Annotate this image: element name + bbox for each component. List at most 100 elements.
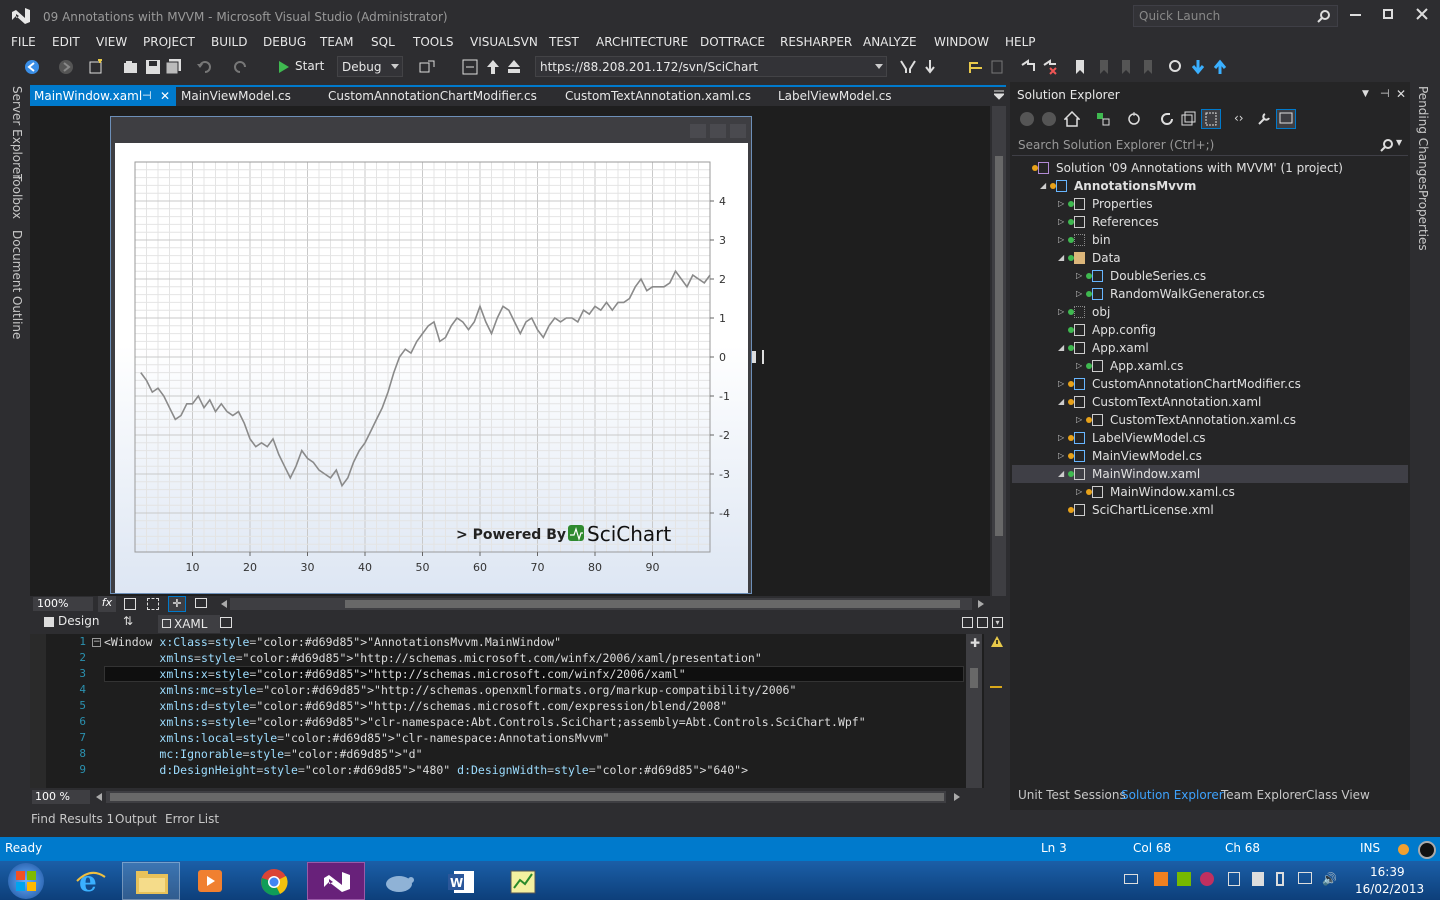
collapsed-arrow-icon[interactable]: ▷ — [1076, 267, 1082, 285]
menu-view[interactable]: VIEW — [96, 32, 127, 52]
taskbar-word[interactable]: W — [432, 862, 490, 900]
menu-file[interactable]: FILE — [11, 32, 36, 52]
tab-overflow-icon[interactable] — [994, 90, 1004, 100]
new-project-icon[interactable] — [88, 59, 104, 75]
minimize-button[interactable] — [1350, 14, 1361, 16]
menu-edit[interactable]: EDIT — [52, 32, 80, 52]
pin-icon[interactable]: ⊣ — [142, 86, 152, 106]
menu-test[interactable]: TEST — [549, 32, 579, 52]
window-preview[interactable]: 4 3 2 1 0 -1 -2 -3 -4 10 20 30 40 50 60 70 80 90 > Power… — [110, 116, 752, 594]
start-button[interactable] — [8, 863, 44, 899]
navigate-forward-icon[interactable] — [58, 59, 74, 75]
upload-arrow-icon[interactable] — [1212, 59, 1228, 75]
network-icon[interactable] — [1298, 872, 1312, 884]
tray-app2-icon[interactable] — [1228, 872, 1240, 886]
scroll-thumb[interactable] — [110, 793, 944, 801]
menu-visualsvn[interactable]: VISUALSVN — [470, 32, 538, 52]
xaml-tab[interactable]: XAML — [158, 615, 220, 633]
search-options-icon[interactable]: ▼ — [1396, 138, 1402, 147]
horizontal-split-icon[interactable] — [977, 617, 988, 628]
bookmark-prev-icon[interactable] — [1096, 59, 1112, 75]
pending-changes-tab[interactable]: Pending Changes — [1416, 86, 1430, 190]
code-line[interactable]: xmlns:x=style="color:#d69d85">"http://sc… — [104, 666, 685, 682]
tab-customannotationchartmodifier[interactable]: CustomAnnotationChartModifier.cs — [324, 86, 541, 106]
pin-icon[interactable]: ⊣ — [1380, 87, 1390, 100]
collapsed-arrow-icon[interactable]: ▷ — [1058, 195, 1064, 213]
filter-icon[interactable] — [900, 59, 916, 75]
solution-search-input[interactable]: Search Solution Explorer (Ctrl+;) ▼ — [1012, 134, 1408, 156]
configuration-select[interactable]: Debug — [337, 56, 403, 77]
annotation-icon[interactable] — [195, 598, 207, 608]
scroll-right-icon[interactable] — [954, 793, 960, 801]
menu-help[interactable]: HELP — [1005, 32, 1036, 52]
refresh-icon[interactable] — [1159, 111, 1175, 127]
tab-mainwindow-xaml[interactable]: MainWindow.xaml ⊣ ✕ — [30, 86, 176, 106]
expanded-arrow-icon[interactable]: ◢ — [1058, 465, 1064, 483]
volume-icon[interactable]: 🔊 — [1322, 872, 1337, 886]
solution-tree-item[interactable]: SciChartLicense.xml — [1012, 501, 1408, 519]
design-tab[interactable]: Design — [58, 614, 99, 628]
menu-architecture[interactable]: ARCHITECTURE — [596, 32, 688, 52]
bookmark-icon[interactable] — [1072, 59, 1088, 75]
vertical-split-icon[interactable] — [962, 617, 973, 628]
expanded-arrow-icon[interactable]: ◢ — [1058, 393, 1064, 411]
scroll-left-icon[interactable] — [96, 793, 102, 801]
taskbar-chrome[interactable] — [245, 862, 303, 900]
start-debug-icon[interactable] — [276, 59, 292, 75]
collapsed-arrow-icon[interactable]: ▷ — [1076, 411, 1082, 429]
formula-fx-icon[interactable]: fx — [98, 596, 116, 612]
tray-app-icon[interactable] — [1154, 872, 1168, 886]
scroll-thumb[interactable] — [970, 668, 978, 688]
solution-tree-item[interactable]: ▷ DoubleSeries.cs — [1012, 267, 1408, 285]
expanded-arrow-icon[interactable]: ◢ — [1058, 339, 1064, 357]
menu-analyze[interactable]: ANALYZE — [863, 32, 917, 52]
open-file-icon[interactable] — [123, 59, 139, 75]
battery-icon[interactable] — [1276, 872, 1284, 886]
solution-tree-item[interactable]: Solution '09 Annotations with MVVM' (1 p… — [1012, 159, 1408, 177]
save-icon[interactable] — [145, 59, 161, 75]
menu-window[interactable]: WINDOW — [934, 32, 989, 52]
collapsed-arrow-icon[interactable]: ▷ — [1058, 231, 1064, 249]
undo-icon[interactable] — [197, 59, 213, 75]
back-icon[interactable] — [1020, 112, 1034, 126]
close-window-button[interactable] — [1416, 8, 1428, 20]
menu-debug[interactable]: DEBUG — [263, 32, 306, 52]
collapsed-arrow-icon[interactable]: ▷ — [1058, 429, 1064, 447]
tray-clipboard-icon[interactable] — [1252, 872, 1264, 886]
quick-launch-input[interactable]: Quick Launch — [1133, 5, 1338, 27]
swap-panes-icon[interactable]: ⇅ — [123, 614, 133, 628]
taskbar-explorer[interactable] — [122, 862, 180, 900]
solution-tree-item[interactable]: ▷ RandomWalkGenerator.cs — [1012, 285, 1408, 303]
properties-wrench-icon[interactable] — [1256, 111, 1272, 127]
solution-tree-item[interactable]: ▷ References — [1012, 213, 1408, 231]
nvidia-tray-icon[interactable] — [1177, 872, 1191, 886]
tab-labelviewmodel[interactable]: LabelViewModel.cs — [774, 86, 896, 106]
sync-active-document-icon[interactable] — [1126, 111, 1142, 127]
editor-zoom-select[interactable]: 100 % — [32, 790, 90, 804]
branch-icon[interactable] — [968, 59, 984, 75]
xaml-only-icon[interactable] — [220, 617, 232, 628]
menu-project[interactable]: PROJECT — [143, 32, 195, 52]
solution-tree-item[interactable]: ◢ MainWindow.xaml — [1012, 465, 1408, 483]
clock-time[interactable]: 16:39 — [1370, 865, 1405, 879]
maximize-button[interactable] — [1383, 9, 1393, 19]
download-arrow-icon[interactable] — [1190, 59, 1206, 75]
snap-grid-icon[interactable] — [147, 598, 159, 610]
scroll-left-icon[interactable] — [221, 600, 227, 608]
menu-sql[interactable]: SQL — [371, 32, 395, 52]
solution-tree-item[interactable]: ◢ AnnotationsMvvm — [1012, 177, 1408, 195]
start-button-label[interactable]: Start — [295, 59, 324, 73]
expanded-arrow-icon[interactable]: ◢ — [1040, 177, 1046, 195]
view-code-icon[interactable]: ‹› — [1234, 111, 1244, 125]
navigate-back-icon[interactable] — [24, 59, 40, 75]
tab-customtextannotation-xaml-cs[interactable]: CustomTextAnnotation.xaml.cs — [561, 86, 755, 106]
warning-icon[interactable] — [991, 636, 1003, 647]
solution-tree-item[interactable]: ▷ LabelViewModel.cs — [1012, 429, 1408, 447]
bookmark-clear-icon[interactable] — [1140, 59, 1156, 75]
cancel-revert-icon[interactable] — [1042, 59, 1058, 75]
arrow-down-icon[interactable] — [922, 59, 938, 75]
keyboard-tray-icon[interactable] — [1124, 874, 1138, 884]
tab-unit-test-sessions[interactable]: Unit Test Sessions — [1018, 788, 1126, 802]
collapsed-arrow-icon[interactable]: ▷ — [1058, 303, 1064, 321]
bookmark-next-icon[interactable] — [1118, 59, 1134, 75]
